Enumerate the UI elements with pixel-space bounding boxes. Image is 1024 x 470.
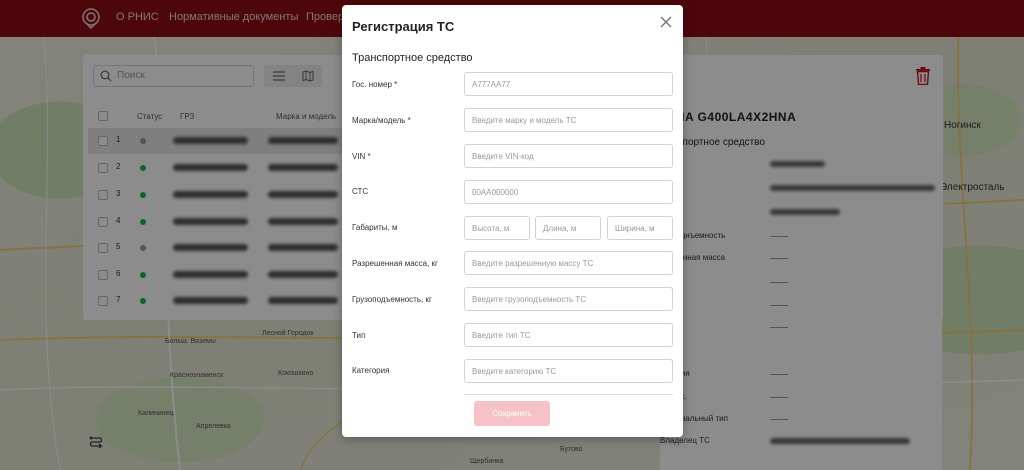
- plate-label: Гос. номер *: [352, 80, 398, 89]
- type-label: Тип: [352, 331, 366, 340]
- capacity-label: Грузоподъемность, кг: [352, 295, 432, 304]
- plate-input[interactable]: [464, 72, 673, 96]
- category-input[interactable]: [464, 359, 673, 383]
- model-input[interactable]: [464, 108, 673, 132]
- dimensions-label: Габариты, м: [352, 223, 398, 232]
- vehicle-registration-modal: Регистрация ТС Транспортное средство Гос…: [342, 5, 683, 437]
- category-label: Категория: [352, 366, 390, 375]
- model-label: Марка/модель *: [352, 116, 411, 125]
- type-input[interactable]: [464, 323, 673, 347]
- width-input[interactable]: [607, 216, 673, 240]
- height-input[interactable]: [464, 216, 530, 240]
- close-icon[interactable]: [659, 15, 673, 29]
- save-button[interactable]: Сохранить: [474, 401, 550, 426]
- modal-divider: [464, 394, 673, 395]
- vin-label: VIN *: [352, 152, 371, 161]
- vin-input[interactable]: [464, 144, 673, 168]
- mass-label: Разрешенная масса, кг: [352, 259, 438, 268]
- mass-input[interactable]: [464, 251, 673, 275]
- capacity-input[interactable]: [464, 287, 673, 311]
- modal-title: Регистрация ТС: [352, 19, 455, 34]
- sts-input[interactable]: [464, 180, 673, 204]
- sts-label: СТС: [352, 187, 369, 196]
- length-input[interactable]: [535, 216, 601, 240]
- section-title: Транспортное средство: [352, 52, 473, 64]
